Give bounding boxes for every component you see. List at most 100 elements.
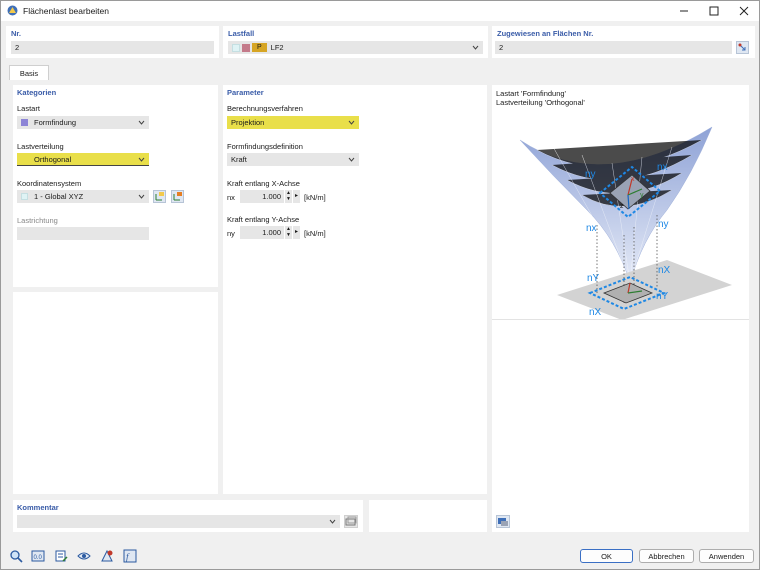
formfinding-illustration: ny nx nx ny nY nX nY nX x y z	[519, 126, 732, 320]
apply-button[interactable]: Anwenden	[699, 549, 754, 563]
kraft-x-unit: [kN/m]	[304, 193, 326, 202]
close-button[interactable]	[729, 1, 759, 21]
chevron-down-icon	[138, 194, 145, 199]
units-icon[interactable]: 0.0	[31, 549, 45, 563]
koordinatensystem-select[interactable]: 1 - Global XYZ	[17, 190, 149, 203]
title-bar: Flächenlast bearbeiten	[1, 1, 759, 21]
cancel-button[interactable]: Abbrechen	[639, 549, 694, 563]
kategorien-title: Kategorien	[17, 88, 57, 97]
kraft-x-input[interactable]: 1.000	[240, 190, 284, 203]
kommentar-library-button[interactable]	[344, 515, 358, 528]
zugewiesen-panel: Zugewiesen an Flächen Nr. 2	[492, 26, 755, 58]
zugewiesen-field[interactable]: 2	[495, 41, 732, 54]
lastart-value: Formfindung	[34, 118, 77, 127]
empty-panel	[13, 292, 218, 494]
view-icon[interactable]	[77, 549, 91, 563]
formfindungsdefinition-label: Formfindungsdefinition	[227, 142, 303, 151]
nr-field[interactable]: 2	[11, 41, 214, 54]
lastfall-panel: Lastfall P LF2	[223, 26, 488, 58]
new-coordinate-system-button[interactable]	[153, 190, 166, 203]
kommentar-panel: Kommentar	[13, 500, 363, 532]
kommentar-select[interactable]	[17, 515, 340, 528]
formfindungsdefinition-select[interactable]: Kraft	[227, 153, 359, 166]
chevron-down-icon	[348, 157, 355, 162]
lastfall-swatch-empty	[232, 43, 240, 52]
svg-text:0.0: 0.0	[34, 555, 43, 561]
lastfall-select[interactable]: P LF2	[228, 41, 483, 54]
kraft-x-symbol: nx	[227, 193, 235, 202]
lastrichtung-select	[17, 227, 149, 240]
y-axis-label: y	[640, 192, 644, 199]
window-title: Flächenlast bearbeiten	[23, 6, 110, 16]
nX-lower-label: nX	[658, 265, 671, 276]
app-icon	[7, 5, 18, 16]
ny-upper-label: ny	[585, 169, 596, 180]
dialog-window: Flächenlast bearbeiten Nr. 2 Lastfall P …	[0, 0, 760, 570]
kraft-y-spinner[interactable]: ▲ ▼	[285, 226, 292, 239]
lastfall-label: Lastfall	[228, 29, 255, 38]
preview-divider	[492, 319, 749, 320]
chevron-down-icon	[472, 45, 479, 50]
koordinatensystem-swatch	[21, 193, 28, 200]
edit-coordinate-system-button[interactable]	[171, 190, 184, 203]
parameter-panel: Parameter Berechnungsverfahren Projektio…	[223, 85, 487, 494]
maximize-icon	[709, 6, 719, 16]
kommentar-label: Kommentar	[17, 503, 59, 512]
kraft-x-arrow-button[interactable]: ▸	[293, 190, 300, 203]
lastfall-swatch	[242, 43, 250, 52]
preview-line-1: Lastart 'Formfindung'	[496, 89, 566, 98]
kraft-y-arrow-button[interactable]: ▸	[293, 226, 300, 239]
kraft-x-spinner[interactable]: ▲ ▼	[285, 190, 292, 203]
formfindungsdefinition-value: Kraft	[231, 155, 247, 164]
lastart-select[interactable]: Formfindung	[17, 116, 149, 129]
nX-bottom-label: nX	[589, 307, 602, 318]
pick-surface-button[interactable]	[736, 41, 749, 54]
nx-upper-label: nx	[657, 162, 668, 173]
preview-panel: Lastart 'Formfindung' Lastverteilung 'Or…	[492, 85, 749, 532]
berechnungsverfahren-select[interactable]: Projektion	[227, 116, 359, 129]
nr-panel: Nr. 2	[6, 26, 219, 58]
chevron-down-icon	[138, 157, 145, 162]
zugewiesen-label: Zugewiesen an Flächen Nr.	[497, 29, 594, 38]
edit-axis-icon	[173, 192, 182, 201]
preview-caption: Lastart 'Formfindung' Lastverteilung 'Or…	[496, 89, 585, 107]
parameter-title: Parameter	[227, 88, 264, 97]
lastfall-tag: P	[252, 43, 267, 52]
empty-small-panel	[369, 500, 487, 532]
chevron-down-icon	[329, 519, 336, 524]
lastverteilung-swatch	[21, 155, 28, 163]
z-axis-label: z	[620, 203, 624, 210]
kraft-y-symbol: ny	[227, 229, 235, 238]
cursor-pick-icon	[738, 43, 746, 51]
lastrichtung-label: Lastrichtung	[17, 216, 58, 225]
koordinatensystem-label: Koordinatensystem	[17, 179, 82, 188]
lastart-swatch	[21, 119, 28, 126]
tab-basis[interactable]: Basis	[9, 65, 49, 80]
x-axis-label: x	[631, 176, 635, 183]
minimize-button[interactable]	[669, 1, 699, 21]
chevron-down-icon	[348, 120, 355, 125]
search-icon[interactable]	[9, 549, 23, 563]
kraft-x-label: Kraft entlang X-Achse	[227, 179, 300, 188]
lastart-label: Lastart	[17, 104, 40, 113]
kraft-y-unit: [kN/m]	[304, 229, 326, 238]
table-edit-icon[interactable]	[54, 549, 68, 563]
preview-options-button[interactable]	[496, 515, 510, 528]
function-icon[interactable]: f	[123, 549, 137, 563]
ny-right-label: ny	[658, 219, 669, 230]
ok-button[interactable]: OK	[580, 549, 633, 563]
kategorien-panel: Kategorien Lastart Formfindung Lastverte…	[13, 85, 218, 287]
model-info-icon[interactable]	[100, 549, 114, 563]
maximize-button[interactable]	[699, 1, 729, 21]
berechnungsverfahren-label: Berechnungsverfahren	[227, 104, 303, 113]
lastverteilung-value: Orthogonal	[34, 154, 72, 164]
minimize-icon	[680, 10, 688, 12]
preview-line-2: Lastverteilung 'Orthogonal'	[496, 98, 585, 107]
nr-label: Nr.	[11, 29, 22, 38]
library-icon	[345, 516, 357, 526]
lastverteilung-select[interactable]: Orthogonal	[17, 153, 149, 166]
close-icon	[739, 6, 749, 16]
berechnungsverfahren-value: Projektion	[231, 118, 265, 127]
kraft-y-label: Kraft entlang Y-Achse	[227, 215, 300, 224]
kraft-y-input[interactable]: 1.000	[240, 226, 284, 239]
